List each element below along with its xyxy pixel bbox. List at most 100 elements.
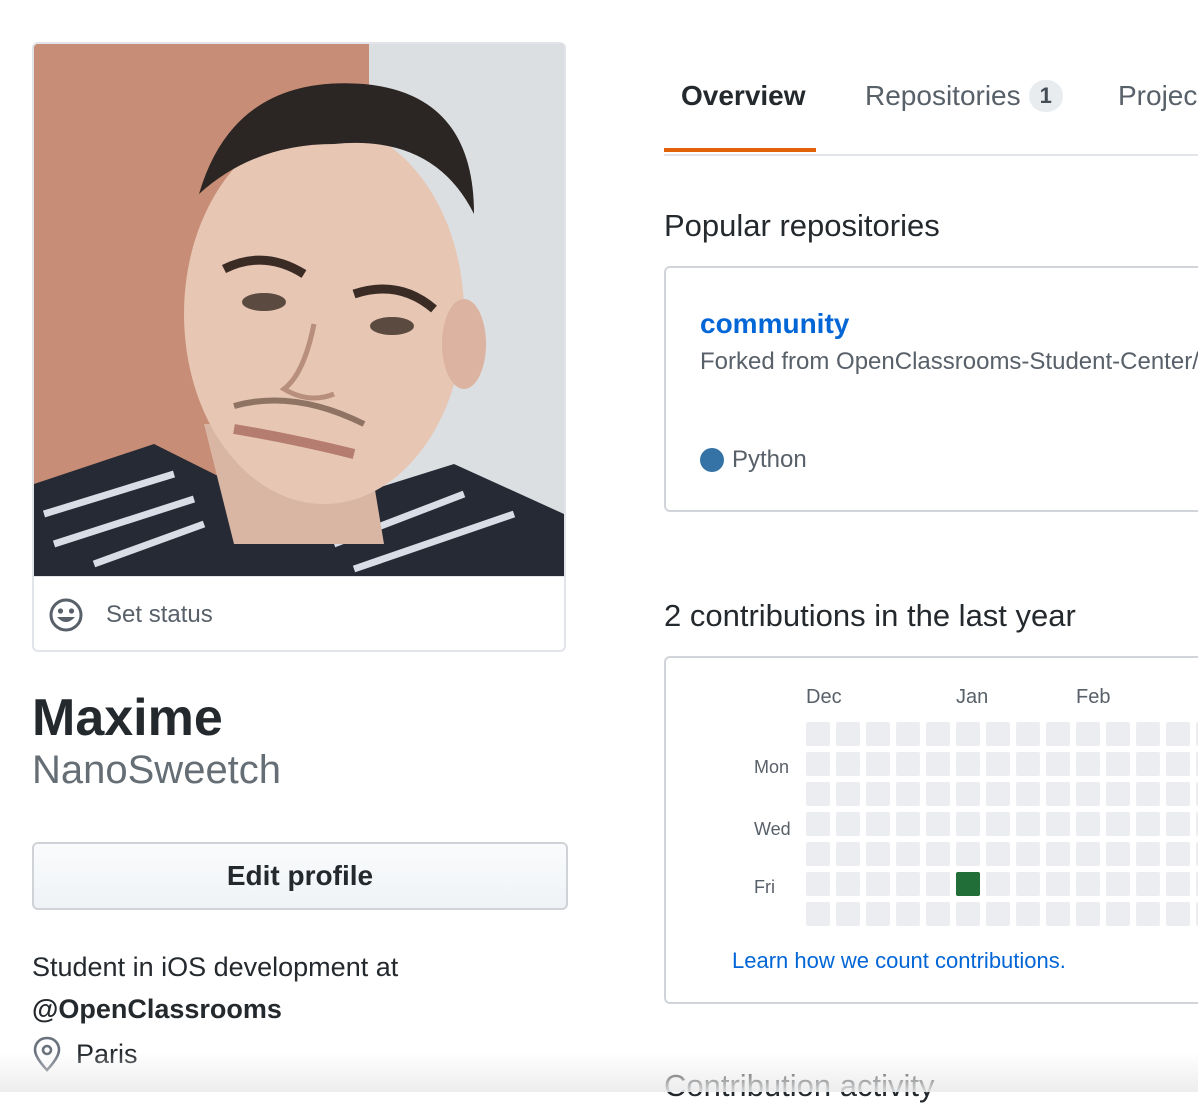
contribution-day-cell[interactable]	[1046, 722, 1070, 746]
contribution-day-cell[interactable]	[896, 872, 920, 896]
contribution-day-cell[interactable]	[1106, 752, 1130, 776]
contribution-day-cell[interactable]	[956, 842, 980, 866]
contribution-day-cell[interactable]	[1046, 782, 1070, 806]
contribution-day-cell[interactable]	[956, 722, 980, 746]
contribution-day-cell[interactable]	[926, 872, 950, 896]
contribution-day-cell[interactable]	[1076, 812, 1100, 836]
contribution-day-cell[interactable]	[866, 812, 890, 836]
contribution-day-cell[interactable]	[1106, 722, 1130, 746]
contribution-day-cell[interactable]	[1106, 842, 1130, 866]
contribution-day-cell[interactable]	[926, 722, 950, 746]
contribution-day-cell[interactable]	[1076, 782, 1100, 806]
contribution-day-cell[interactable]	[866, 722, 890, 746]
contribution-day-cell[interactable]	[1166, 812, 1190, 836]
tab-overview[interactable]: Overview	[681, 80, 806, 112]
contribution-day-cell[interactable]	[836, 902, 860, 926]
contribution-day-cell[interactable]	[1136, 812, 1160, 836]
contribution-day-cell[interactable]	[1016, 842, 1040, 866]
contribution-day-cell[interactable]	[926, 782, 950, 806]
contribution-day-cell[interactable]	[926, 902, 950, 926]
avatar[interactable]	[34, 44, 564, 576]
contribution-day-cell[interactable]	[1166, 752, 1190, 776]
contribution-day-cell[interactable]	[1046, 812, 1070, 836]
contribution-day-cell[interactable]	[986, 842, 1010, 866]
contribution-day-cell[interactable]	[896, 782, 920, 806]
contribution-day-cell[interactable]	[1166, 872, 1190, 896]
contribution-day-cell[interactable]	[836, 842, 860, 866]
contribution-day-cell[interactable]	[866, 752, 890, 776]
contribution-day-cell[interactable]	[806, 782, 830, 806]
repo-name-link[interactable]: community	[700, 308, 849, 340]
contribution-day-cell[interactable]	[1016, 872, 1040, 896]
bio-org-link[interactable]: @OpenClassrooms	[32, 988, 398, 1030]
contribution-day-cell[interactable]	[1046, 842, 1070, 866]
contribution-day-cell[interactable]	[1136, 782, 1160, 806]
contribution-day-cell[interactable]	[1016, 812, 1040, 836]
contribution-day-cell[interactable]	[956, 812, 980, 836]
contribution-day-cell[interactable]	[1046, 872, 1070, 896]
contribution-day-cell[interactable]	[1076, 722, 1100, 746]
contribution-day-cell[interactable]	[836, 872, 860, 896]
contribution-day-cell[interactable]	[986, 752, 1010, 776]
contribution-day-cell[interactable]	[1166, 782, 1190, 806]
contribution-day-cell[interactable]	[986, 872, 1010, 896]
contribution-day-cell[interactable]	[866, 872, 890, 896]
learn-contributions-link[interactable]: Learn how we count contributions.	[732, 948, 1066, 974]
contribution-day-cell[interactable]	[1046, 752, 1070, 776]
contribution-day-cell[interactable]	[1076, 872, 1100, 896]
contribution-day-cell[interactable]	[1106, 902, 1130, 926]
contribution-day-cell[interactable]	[836, 812, 860, 836]
contribution-day-cell[interactable]	[1016, 902, 1040, 926]
contribution-day-cell[interactable]	[926, 842, 950, 866]
contribution-day-cell[interactable]	[1076, 842, 1100, 866]
contribution-day-cell[interactable]	[896, 842, 920, 866]
contribution-day-cell[interactable]	[866, 842, 890, 866]
contribution-day-cell[interactable]	[1166, 722, 1190, 746]
contribution-day-cell[interactable]	[1136, 752, 1160, 776]
contribution-day-cell[interactable]	[1166, 902, 1190, 926]
contribution-day-cell[interactable]	[1076, 902, 1100, 926]
tab-projects[interactable]: Projec	[1118, 80, 1197, 112]
contribution-day-cell[interactable]	[1106, 782, 1130, 806]
contribution-day-cell[interactable]	[806, 902, 830, 926]
contribution-day-cell[interactable]	[956, 782, 980, 806]
contribution-day-cell[interactable]	[956, 902, 980, 926]
contribution-day-cell[interactable]	[1016, 752, 1040, 776]
contribution-day-cell[interactable]	[926, 752, 950, 776]
contribution-day-cell[interactable]	[836, 752, 860, 776]
edit-profile-button[interactable]: Edit profile	[32, 842, 568, 910]
contribution-day-cell[interactable]	[926, 812, 950, 836]
contribution-day-cell[interactable]	[836, 782, 860, 806]
contribution-day-cell[interactable]	[956, 752, 980, 776]
contribution-day-cell[interactable]	[986, 722, 1010, 746]
contribution-day-cell[interactable]	[986, 812, 1010, 836]
contribution-day-cell[interactable]	[986, 782, 1010, 806]
set-status-row[interactable]: Set status	[34, 576, 564, 650]
contribution-day-cell[interactable]	[1016, 782, 1040, 806]
tab-repositories[interactable]: Repositories 1	[865, 80, 1063, 112]
contribution-day-cell[interactable]	[806, 812, 830, 836]
contribution-day-cell[interactable]	[896, 752, 920, 776]
contribution-day-cell[interactable]	[1166, 842, 1190, 866]
contribution-day-cell[interactable]	[806, 752, 830, 776]
contribution-day-cell[interactable]	[836, 722, 860, 746]
contribution-day-cell[interactable]	[1136, 872, 1160, 896]
contribution-day-cell[interactable]	[1136, 902, 1160, 926]
contribution-day-cell[interactable]	[986, 902, 1010, 926]
contribution-day-cell[interactable]	[896, 722, 920, 746]
contribution-day-cell[interactable]	[806, 842, 830, 866]
contribution-day-cell[interactable]	[806, 722, 830, 746]
contribution-day-cell[interactable]	[866, 782, 890, 806]
contribution-day-cell[interactable]	[1046, 902, 1070, 926]
contribution-day-cell[interactable]	[866, 902, 890, 926]
contribution-day-cell[interactable]	[896, 812, 920, 836]
contribution-day-cell[interactable]	[1136, 722, 1160, 746]
contribution-day-cell[interactable]	[956, 872, 980, 896]
contribution-day-cell[interactable]	[1106, 872, 1130, 896]
contribution-day-cell[interactable]	[896, 902, 920, 926]
contribution-day-cell[interactable]	[1106, 812, 1130, 836]
contribution-day-cell[interactable]	[1016, 722, 1040, 746]
contribution-day-cell[interactable]	[806, 872, 830, 896]
contribution-day-cell[interactable]	[1076, 752, 1100, 776]
contribution-day-cell[interactable]	[1136, 842, 1160, 866]
